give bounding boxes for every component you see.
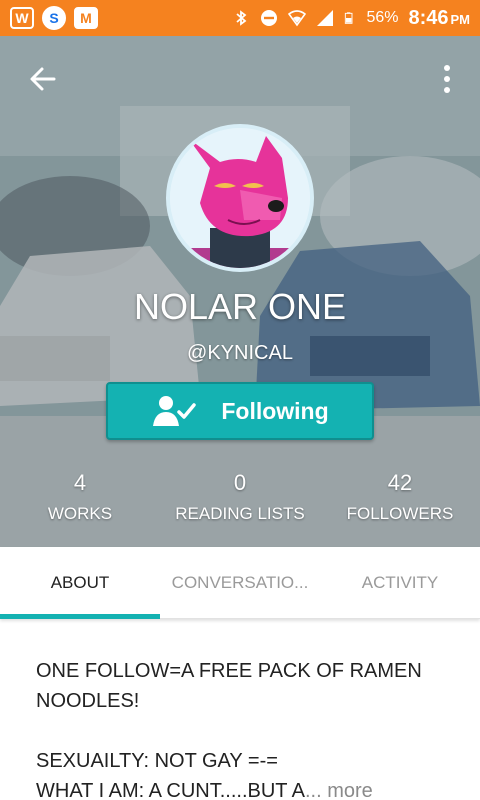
profile-header: NOLAR ONE @KYNICAL Following 4 WORKS 0 R…	[0, 36, 480, 547]
app-m-icon: M	[74, 7, 98, 29]
profile-name: NOLAR ONE	[133, 286, 347, 327]
about-line-3-row: WHAT I AM: A CUNT.....BUT A... more	[36, 776, 456, 800]
stat-reading-lists-label: READING LISTS	[175, 504, 305, 523]
status-bar: W S M 56% 8:46 PM	[0, 0, 480, 36]
following-button[interactable]: Following	[106, 382, 374, 440]
tab-conversations[interactable]: CONVERSATIO...	[160, 547, 320, 618]
about-line-1: ONE FOLLOW=A FREE PACK OF RAMEN NOODLES!	[36, 660, 422, 712]
avatar[interactable]	[166, 124, 314, 272]
more-link[interactable]: more	[327, 780, 373, 800]
app-s-icon: S	[42, 6, 66, 30]
profile-stats: 4 WORKS 0 READING LISTS 42 FOLLOWERS	[0, 470, 480, 524]
signal-icon	[317, 10, 334, 26]
app-w-icon: W	[10, 7, 34, 29]
stat-reading-lists-value: 0	[233, 470, 247, 495]
battery-percent: 56%	[366, 9, 399, 26]
bluetooth-icon	[236, 10, 247, 26]
following-label: Following	[221, 397, 329, 424]
user-check-icon	[153, 396, 197, 426]
tab-activity[interactable]: ACTIVITY	[320, 547, 480, 618]
profile-tabs: ABOUT CONVERSATIO... ACTIVITY	[0, 547, 480, 619]
about-section: ONE FOLLOW=A FREE PACK OF RAMEN NOODLES!…	[36, 656, 456, 800]
do-not-disturb-icon	[261, 10, 278, 26]
clock-time: 8:46	[408, 6, 449, 29]
more-options-icon[interactable]	[442, 64, 452, 94]
avatar-image	[170, 128, 310, 268]
stat-works[interactable]: 4 WORKS	[0, 470, 160, 524]
system-icons: 56% 8:46 PM	[232, 7, 470, 30]
clock: 8:46 PM	[408, 7, 470, 30]
stat-followers-label: FOLLOWERS	[346, 504, 454, 523]
profile-handle: @KYNICAL	[187, 342, 293, 364]
stat-reading-lists[interactable]: 0 READING LISTS	[160, 470, 320, 524]
stat-works-value: 4	[73, 470, 87, 495]
stat-followers-value: 42	[387, 470, 413, 495]
tab-about[interactable]: ABOUT	[0, 547, 160, 619]
stat-followers[interactable]: 42 FOLLOWERS	[320, 470, 480, 524]
back-arrow-icon[interactable]	[28, 64, 58, 94]
about-ellipsis: ...	[304, 780, 322, 800]
battery-icon	[345, 12, 353, 24]
about-line-3: WHAT I AM: A CUNT.....BUT A	[36, 780, 305, 800]
stat-works-label: WORKS	[47, 504, 113, 523]
wifi-icon	[288, 10, 307, 27]
about-line-2: SEXUAILTY: NOT GAY =-=	[36, 750, 278, 772]
notification-icons: W S M	[10, 6, 98, 30]
clock-ampm: PM	[450, 11, 471, 27]
